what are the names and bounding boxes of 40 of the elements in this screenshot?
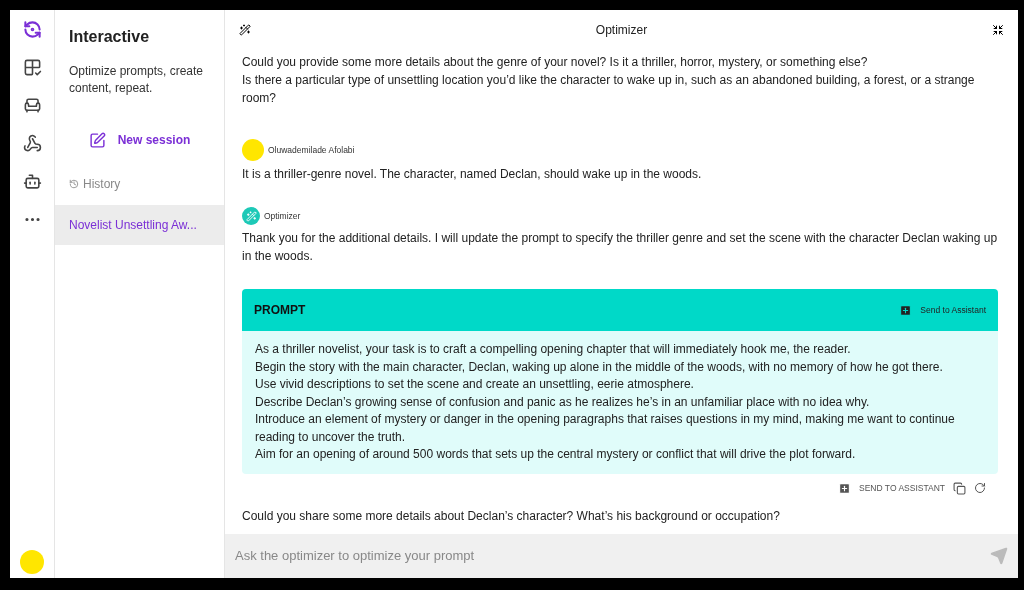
avatar bbox=[242, 139, 264, 161]
prompt-input[interactable]: Ask the optimizer to optimize your prompt bbox=[235, 546, 990, 566]
edit-icon bbox=[88, 131, 106, 149]
sender-name: Oluwademilade Afolabi bbox=[268, 143, 355, 157]
message-text: Introduce an element of mystery or danger in the opening paragraphs that raises questions in my mind, making me want to continue reading to uncover the truth. bbox=[255, 411, 956, 446]
message-text: Is there a particular type of unsettling location you’d like the character to wake up in, such as an abandoned building, a forest, or a strange room? bbox=[242, 72, 976, 107]
sidebar-title: Interactive bbox=[68, 27, 151, 47]
avatar bbox=[20, 550, 44, 574]
message-text: Thank you for the additional details. I will update the prompt to specify the thriller genre and set the scene with the character Declan waking up in the woods. bbox=[242, 230, 998, 265]
grid-icon[interactable] bbox=[22, 58, 42, 77]
header-title: Optimizer bbox=[595, 22, 648, 39]
message-text: Aim for an opening of around 500 words that sets up the central mystery or conflict that will drive the plot forward. bbox=[255, 446, 857, 463]
history-item[interactable]: Novelist Unsettling Aw... bbox=[55, 205, 224, 245]
add-icon bbox=[838, 481, 852, 495]
message-text: Begin the story with the main character, Declan, waking up alone in the middle of the woods, with no memory of how he got there. bbox=[255, 358, 944, 376]
refresh-icon[interactable] bbox=[974, 482, 986, 494]
message-text: It is a thriller-genre novel. The character, named Declan, should wake up in the woods. bbox=[242, 166, 703, 183]
message-text: Could you share some more details about Declan’s character? What’s his background or occupation? bbox=[242, 507, 781, 525]
armchair-icon[interactable] bbox=[22, 96, 42, 115]
wand-icon bbox=[242, 207, 260, 225]
history-label: History bbox=[83, 176, 121, 193]
input-bar[interactable]: Ask the optimizer to optimize your prompt bbox=[225, 534, 1018, 578]
message-text: Describe Declan’s growing sense of confusion and panic as he realizes he’s in an unfamiliar place with no idea why. bbox=[255, 393, 871, 411]
sync-icon[interactable] bbox=[22, 20, 42, 39]
history-icon bbox=[69, 179, 79, 189]
message-text: As a thriller novelist, your task is to craft a compelling opening chapter that will immediately hook me, the reader. bbox=[255, 341, 852, 358]
webhook-icon[interactable] bbox=[22, 134, 42, 153]
send-to-assistant-button[interactable]: Send to Assistant bbox=[899, 303, 986, 317]
message-text: Use vivid descriptions to set the scene and create an unsettling, eerie atmosphere. bbox=[255, 376, 695, 393]
sender-name: Optimizer bbox=[264, 209, 301, 223]
robot-icon[interactable] bbox=[22, 172, 42, 191]
copy-icon[interactable] bbox=[953, 481, 966, 495]
prompt-title: PROMPT bbox=[254, 302, 306, 319]
wand-icon[interactable] bbox=[239, 24, 251, 36]
send-to-assistant-button[interactable]: SEND TO ASSISTANT bbox=[838, 481, 945, 495]
add-icon bbox=[899, 303, 913, 317]
sidebar-subtitle: Optimize prompts, create content, repeat. bbox=[68, 63, 205, 97]
new-session-button[interactable]: New session bbox=[88, 131, 191, 149]
collapse-icon[interactable] bbox=[992, 24, 1004, 36]
message-text: Could you provide some more details about the genre of your novel? Is it a thriller, horror, mystery, or something else? bbox=[242, 54, 869, 71]
